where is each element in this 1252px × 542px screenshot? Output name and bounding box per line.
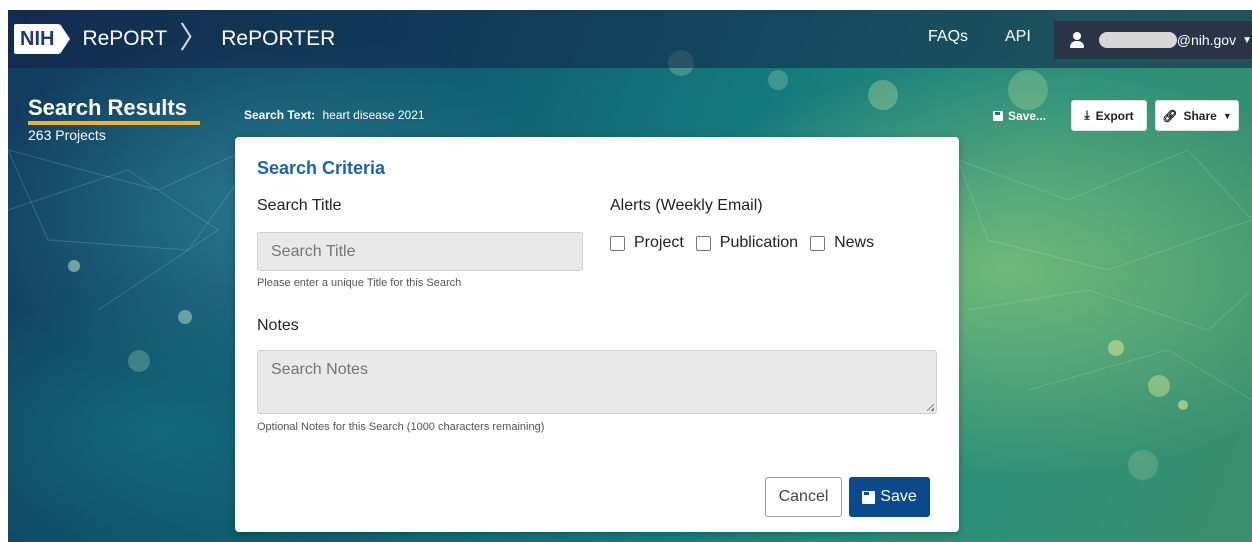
- notes-label: Notes: [257, 317, 299, 334]
- save-button-label: Save: [880, 488, 917, 505]
- brand-report: RePORT: [82, 27, 168, 50]
- page-background: NIH RePORT 〉 RePORTER FAQs API @nih.gov …: [8, 10, 1252, 542]
- caret-down-icon: ▼: [1222, 110, 1232, 121]
- results-count: 263 Projects: [28, 127, 106, 143]
- search-criteria-card: Search Criteria Search Title Please ente…: [235, 137, 959, 532]
- title-underline: [28, 121, 200, 125]
- user-icon: [1070, 32, 1084, 48]
- alert-project-label: Project: [634, 234, 684, 251]
- user-email: @nih.gov: [1176, 32, 1237, 48]
- nih-report-logo[interactable]: NIH RePORT 〉 RePORTER: [14, 23, 335, 55]
- user-menu[interactable]: @nih.gov ▼: [1054, 21, 1252, 59]
- save-search-link[interactable]: Save...: [993, 109, 1046, 123]
- alert-news[interactable]: News: [810, 234, 874, 252]
- save-search-label: Save...: [1008, 109, 1047, 123]
- publication-checkbox[interactable]: [695, 235, 711, 251]
- page-title: Search Results: [28, 95, 187, 120]
- save-icon: [993, 111, 1003, 121]
- alert-options: Project Publication News: [610, 234, 886, 252]
- top-navbar: NIH RePORT 〉 RePORTER FAQs API @nih.gov …: [8, 10, 1252, 68]
- alert-publication[interactable]: Publication: [695, 234, 799, 252]
- search-title-hint: Please enter a unique Title for this Sea…: [257, 277, 462, 289]
- search-title-input[interactable]: [257, 232, 583, 271]
- link-icon: 🔗︎: [1162, 108, 1178, 123]
- notes-textarea[interactable]: [257, 350, 937, 414]
- save-button[interactable]: Save: [849, 477, 930, 517]
- project-checkbox[interactable]: [610, 235, 625, 251]
- nav-link-faqs[interactable]: FAQs: [928, 28, 968, 46]
- alert-news-label: News: [834, 234, 875, 251]
- download-icon: ⤓: [1084, 108, 1090, 122]
- save-icon: [862, 490, 876, 504]
- notes-hint: Optional Notes for this Search (1000 cha…: [257, 421, 545, 433]
- brand-reporter[interactable]: RePORTER: [221, 27, 335, 51]
- news-checkbox[interactable]: [810, 235, 826, 251]
- resize-handle-icon[interactable]: [927, 404, 934, 411]
- brand-separator: 〉: [179, 22, 210, 55]
- share-label: Share: [1183, 108, 1217, 123]
- nih-logo-arrow: [60, 24, 71, 54]
- search-title-label: Search Title: [257, 197, 342, 214]
- redacted-username: [1098, 32, 1177, 48]
- search-text-summary: Search Text: heart disease 2021: [244, 108, 425, 122]
- nav-link-api[interactable]: API: [1005, 28, 1031, 46]
- share-button[interactable]: 🔗︎ Share ▼: [1155, 100, 1239, 131]
- card-title: Search Criteria: [257, 158, 386, 178]
- notes-wrapper: [257, 350, 937, 414]
- caret-down-icon: ▼: [1242, 34, 1252, 46]
- alert-project[interactable]: Project: [610, 234, 684, 252]
- search-text-label: Search Text:: [244, 108, 316, 122]
- export-label: Export: [1095, 108, 1134, 123]
- search-text-value: heart disease 2021: [322, 108, 425, 122]
- cancel-button[interactable]: Cancel: [765, 477, 842, 517]
- alerts-label: Alerts (Weekly Email): [610, 197, 763, 214]
- export-button[interactable]: ⤓ Export: [1071, 100, 1147, 131]
- nih-logo-box: NIH: [14, 24, 61, 54]
- alert-publication-label: Publication: [719, 234, 799, 251]
